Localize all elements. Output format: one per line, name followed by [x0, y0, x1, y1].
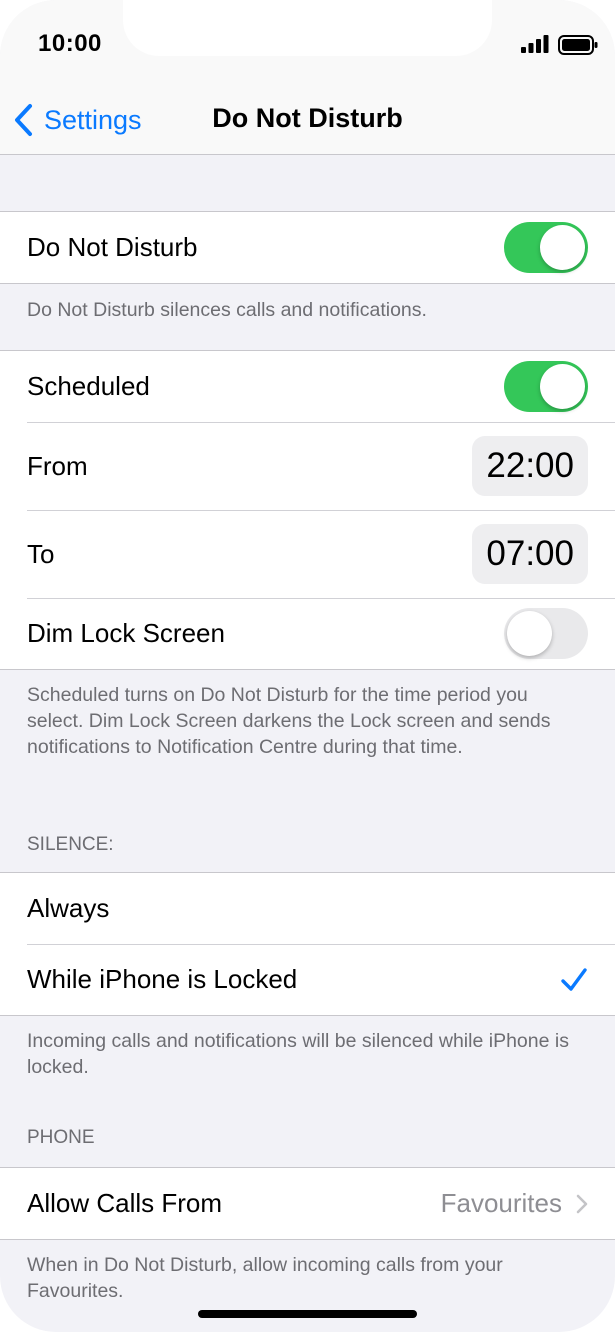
scheduled-label: Scheduled	[27, 371, 150, 401]
back-button[interactable]: Settings	[12, 100, 142, 140]
schedule-footer: Scheduled turns on Do Not Disturb for th…	[27, 684, 551, 758]
status-time: 10:00	[38, 30, 102, 57]
to-label: To	[27, 538, 55, 569]
checkmark-icon	[561, 967, 587, 991]
toggle-knob	[540, 225, 585, 270]
phone-footer: When in Do Not Disturb, allow incoming c…	[27, 1254, 503, 1302]
silence-footer: Incoming calls and notifications will be…	[27, 1030, 569, 1078]
chevron-left-icon	[15, 104, 32, 136]
phone-header: PHONE	[27, 1127, 95, 1148]
phone-screen: 10:00 Do Not Disturb Settings Do Not Dis…	[0, 0, 615, 1332]
allow-calls-from-row[interactable]: Allow Calls From Favourites	[0, 1168, 615, 1239]
top-spacer	[0, 155, 615, 211]
signal-icon	[521, 35, 549, 53]
to-time-picker[interactable]: 07:00	[472, 524, 588, 584]
status-bar: 10:00	[0, 0, 615, 84]
battery-icon	[558, 35, 598, 55]
notch	[123, 0, 492, 56]
allow-calls-from-value: Favourites	[440, 1188, 562, 1218]
silence-group: Always While iPhone is Locked	[0, 872, 615, 1016]
settings-content: Do Not Disturb Do Not Disturb silences c…	[0, 155, 615, 1304]
dnd-toggle[interactable]	[504, 222, 588, 273]
dim-lock-screen-toggle[interactable]	[504, 608, 588, 659]
toggle-knob	[507, 611, 552, 656]
from-time-picker[interactable]: 22:00	[472, 436, 588, 496]
silence-option-label: Always	[27, 893, 110, 923]
dnd-row: Do Not Disturb	[0, 212, 615, 283]
silence-option-always[interactable]: Always	[0, 873, 615, 944]
dnd-label: Do Not Disturb	[27, 232, 198, 262]
dim-lock-screen-row: Dim Lock Screen	[0, 598, 615, 669]
back-button-label: Settings	[44, 104, 142, 135]
dnd-footer: Do Not Disturb silences calls and notifi…	[27, 299, 427, 321]
silence-option-locked[interactable]: While iPhone is Locked	[0, 944, 615, 1015]
scheduled-toggle[interactable]	[504, 361, 588, 412]
schedule-group: Scheduled From 22:00 To 07:00 Dim Lock S…	[0, 350, 615, 670]
chevron-right-icon	[576, 1194, 588, 1213]
phone-group: Allow Calls From Favourites	[0, 1167, 615, 1240]
from-row: From 22:00	[0, 422, 615, 510]
to-row: To 07:00	[0, 510, 615, 598]
dnd-group: Do Not Disturb	[0, 211, 615, 284]
silence-header: SILENCE:	[27, 834, 114, 855]
silence-option-label: While iPhone is Locked	[27, 964, 298, 994]
navigation-bar: Do Not Disturb Settings	[0, 84, 615, 155]
toggle-knob	[540, 364, 585, 409]
allow-calls-from-label: Allow Calls From	[27, 1188, 223, 1218]
from-label: From	[27, 450, 88, 481]
scheduled-row: Scheduled	[0, 351, 615, 422]
dim-lock-screen-label: Dim Lock Screen	[27, 618, 225, 648]
home-indicator[interactable]	[198, 1310, 417, 1318]
